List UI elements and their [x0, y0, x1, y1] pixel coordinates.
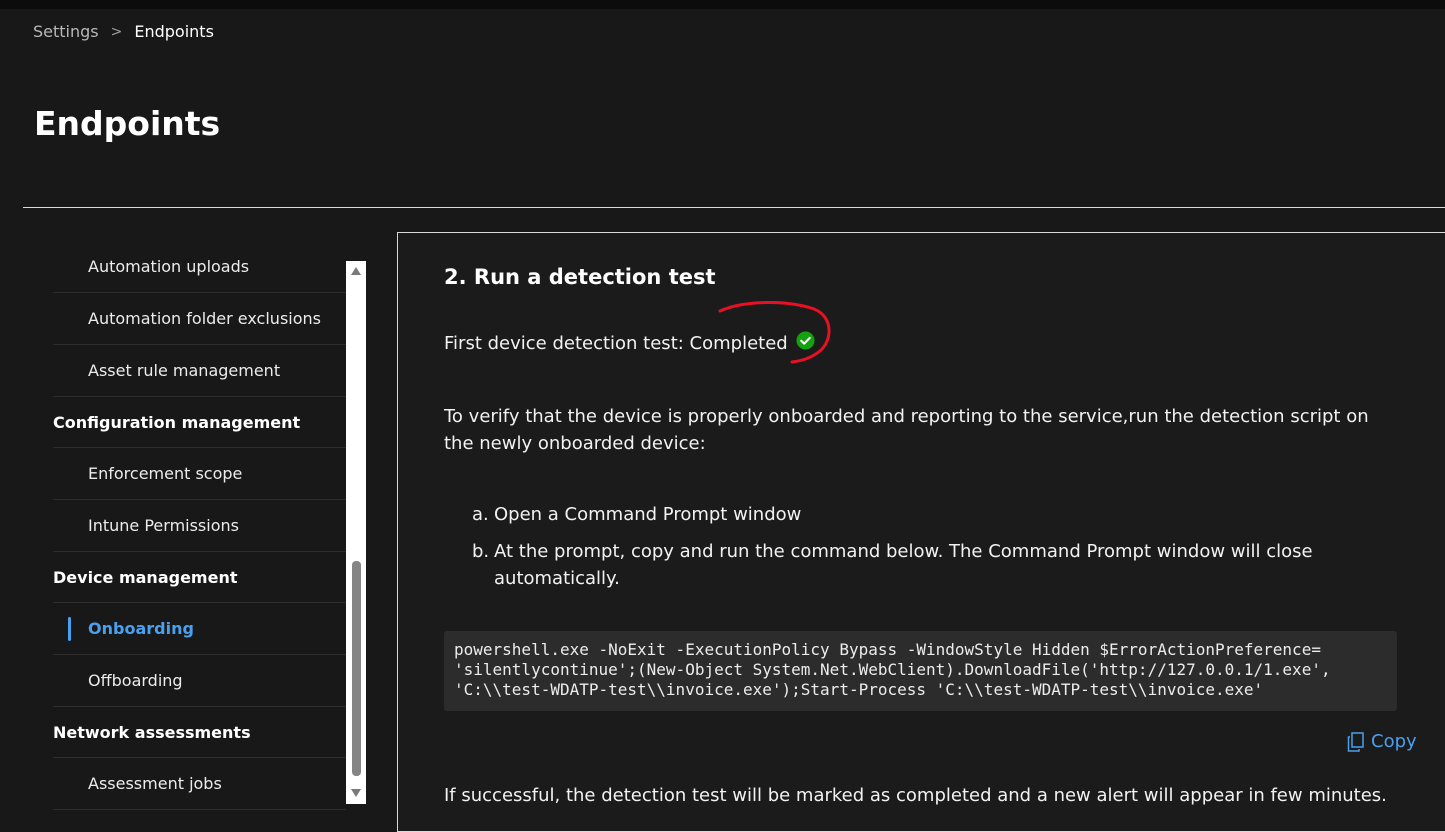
sidebar-item-label: Automation uploads: [88, 256, 250, 276]
step-marker: a.: [472, 504, 489, 525]
breadcrumb-current: Endpoints: [134, 22, 214, 41]
sidebar-item-label: Enforcement scope: [88, 464, 243, 483]
sidebar-group-label: Network assessments: [53, 722, 251, 742]
page-title: Endpoints: [34, 104, 221, 143]
top-bar: [0, 0, 1445, 9]
copy-icon: [1347, 731, 1364, 752]
copy-button[interactable]: Copy: [1347, 731, 1417, 752]
scroll-up-arrow-icon[interactable]: [351, 267, 361, 275]
sidebar-scrollbar[interactable]: [346, 261, 366, 804]
steps-list: a. Open a Command Prompt window b. At th…: [472, 501, 1352, 602]
sidebar-item-intune-permissions[interactable]: Intune Permissions: [53, 500, 346, 552]
sidebar-item-asset-rule-management[interactable]: Asset rule management: [53, 345, 346, 397]
sidebar-item-label: Asset rule management: [88, 361, 281, 380]
step-marker: b.: [472, 541, 490, 562]
settings-sidebar: Automation uploads Automation folder exc…: [53, 240, 346, 817]
scroll-down-arrow-icon[interactable]: [351, 789, 361, 797]
scrollbar-thumb[interactable]: [352, 561, 361, 776]
breadcrumb-settings-link[interactable]: Settings: [33, 22, 99, 41]
breadcrumb: Settings > Endpoints: [33, 22, 214, 41]
step-text: Open a Command Prompt window: [494, 504, 802, 525]
list-item: b. At the prompt, copy and run the comma…: [472, 538, 1352, 592]
chevron-right-icon: >: [110, 23, 123, 40]
active-indicator: [68, 617, 71, 641]
detection-test-panel: 2. Run a detection test First device det…: [397, 232, 1445, 832]
list-item: a. Open a Command Prompt window: [472, 501, 1352, 528]
sidebar-group-network-assessments: Network assessments: [53, 707, 346, 758]
result-note: If successful, the detection test will b…: [444, 785, 1387, 806]
sidebar-item-enforcement-scope[interactable]: Enforcement scope: [53, 448, 346, 500]
sidebar-item-assessment-jobs[interactable]: Assessment jobs: [53, 758, 346, 810]
sidebar-item-offboarding[interactable]: Offboarding: [53, 655, 346, 707]
step-text: At the prompt, copy and run the command …: [494, 541, 1313, 589]
copy-button-label: Copy: [1371, 731, 1417, 752]
section-title: 2. Run a detection test: [444, 265, 716, 289]
sidebar-group-label: Configuration management: [53, 412, 301, 432]
command-code-block[interactable]: powershell.exe -NoExit -ExecutionPolicy …: [444, 631, 1397, 711]
sidebar-item-label: Automation folder exclusions: [88, 309, 321, 328]
sidebar-item-automation-uploads[interactable]: Automation uploads: [53, 240, 346, 293]
sidebar-item-onboarding[interactable]: Onboarding: [53, 603, 346, 655]
sidebar-group-device-management: Device management: [53, 552, 346, 603]
sidebar-item-label: Onboarding: [88, 619, 194, 638]
sidebar-item-label: Intune Permissions: [88, 516, 239, 535]
red-annotation-mark: [718, 301, 831, 364]
sidebar-item-label: Offboarding: [88, 671, 183, 690]
sidebar-group-label: Device management: [53, 567, 238, 587]
sidebar-item-automation-folder-exclusions[interactable]: Automation folder exclusions: [53, 293, 346, 345]
sidebar-group-configuration-management: Configuration management: [53, 397, 346, 448]
sidebar-item-label: Assessment jobs: [88, 774, 222, 793]
header-divider: [23, 207, 1445, 208]
description-text: To verify that the device is properly on…: [444, 406, 1369, 454]
